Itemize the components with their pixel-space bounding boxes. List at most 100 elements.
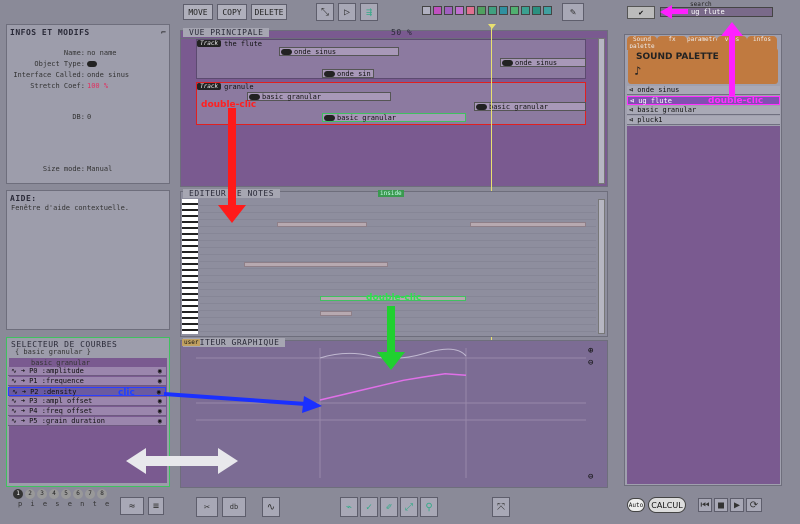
stretch-tool-icon[interactable]: ⤢ — [400, 497, 418, 517]
main-view-zoom: 50 % — [391, 28, 413, 37]
loop-icon[interactable]: ⟳ — [746, 498, 762, 512]
track-name: the flute — [224, 39, 262, 48]
note-block[interactable] — [244, 262, 388, 267]
graph-user-tag: user — [182, 339, 201, 346]
sound-block[interactable]: onde sinus — [279, 47, 399, 56]
white-double-arrow — [126, 448, 238, 474]
field-value[interactable]: 100 % — [87, 82, 108, 90]
annotation-double-clic-green: double-clic — [366, 293, 422, 303]
curve-param-row[interactable]: ∿ ➜ P5 :grain duration ◉ — [8, 417, 166, 426]
eye-icon[interactable]: ◉ — [158, 407, 162, 415]
note-block[interactable] — [320, 311, 352, 316]
palette-item[interactable]: ⊲ onde sinus — [627, 86, 780, 95]
check-tool-icon[interactable]: ✓ — [360, 497, 378, 517]
color-swatch[interactable] — [422, 6, 431, 15]
page-button[interactable]: 3 — [37, 489, 47, 499]
eye-icon[interactable]: ◉ — [158, 367, 162, 375]
color-swatch[interactable] — [521, 6, 530, 15]
curve-tool-icon[interactable]: ∿ — [262, 497, 280, 517]
main-view-scrollbar[interactable] — [598, 38, 605, 184]
zoom-in-icon[interactable]: ⊕ — [588, 346, 593, 356]
wave-icon: ∿ — [11, 417, 17, 425]
brush-tool-icon[interactable]: ✎ — [562, 3, 584, 21]
db-tool-icon[interactable]: db — [222, 497, 246, 517]
wave-icon: ∿ — [11, 397, 17, 405]
curve-param-row[interactable]: ∿ ➜ P2 :density ◉ — [8, 387, 166, 396]
color-swatch[interactable] — [444, 6, 453, 15]
zoom-reset-icon[interactable]: ⊖ — [588, 472, 593, 482]
copy-button[interactable]: COPY — [217, 4, 247, 20]
calcul-button[interactable]: CALCUL — [648, 497, 686, 513]
page-button[interactable]: 5 — [61, 489, 71, 499]
info-panel-title: INFOS ET MODIFS — [10, 28, 90, 37]
sound-block[interactable]: onde sinus — [500, 58, 586, 67]
color-swatch[interactable] — [466, 6, 475, 15]
notes-scrollbar[interactable] — [598, 199, 605, 334]
sound-block[interactable]: basic granular — [247, 92, 391, 101]
note-block[interactable] — [277, 222, 367, 227]
delete-button[interactable]: DELETE — [251, 4, 287, 20]
curve-param-row[interactable]: ∿ ➜ P3 :ampl offset ◉ — [8, 397, 166, 406]
field-value[interactable]: 0 — [87, 113, 91, 121]
play-icon[interactable]: ▶ — [730, 498, 744, 512]
magenta-left-arrow-head — [660, 5, 672, 19]
page-button[interactable]: 4 — [49, 489, 59, 499]
eye-icon[interactable]: ◉ — [158, 377, 162, 385]
anchor-tool-icon[interactable]: ⚲ — [420, 497, 438, 517]
page-button[interactable]: 7 — [85, 489, 95, 499]
pencil-tool-icon[interactable]: ✐ — [380, 497, 398, 517]
field-label: Size mode: — [42, 165, 85, 173]
fit-tool-icon[interactable]: ⤧ — [492, 497, 510, 517]
color-swatch[interactable] — [510, 6, 519, 15]
curve-group: basic granular — [31, 359, 91, 367]
loop-tool-icon[interactable]: ⇶ — [360, 3, 378, 21]
cut-tool-icon[interactable]: ✂ — [196, 497, 218, 517]
stack-view-icon[interactable]: ≡ — [148, 497, 164, 515]
curve-param-row[interactable]: ∿ ➜ P0 :amplitude ◉ — [8, 367, 166, 376]
zoom-out-icon[interactable]: ⊖ — [588, 358, 593, 368]
palette-item[interactable]: ⊲ basic granular — [627, 106, 780, 115]
color-swatch[interactable] — [532, 6, 541, 15]
color-swatch[interactable] — [433, 6, 442, 15]
palette-title: SOUND PALETTE — [636, 52, 719, 62]
page-button[interactable]: 1 — [13, 489, 23, 499]
playhead-marker-icon[interactable] — [488, 24, 496, 29]
color-swatch[interactable] — [455, 6, 464, 15]
curve-view-icon[interactable]: ≈ — [120, 497, 144, 515]
color-swatch[interactable] — [543, 6, 552, 15]
palette-item[interactable]: ⊲ pluck1 — [627, 116, 780, 125]
field-value[interactable]: no name — [87, 49, 117, 57]
note-block[interactable] — [470, 222, 586, 227]
palette-item-label: basic granular — [637, 106, 697, 114]
auto-button[interactable]: Auto — [627, 498, 645, 512]
wave-icon: ∿ — [11, 407, 17, 415]
curve-param-row[interactable]: ∿ ➜ P1 :frequence ◉ — [8, 377, 166, 386]
color-swatch[interactable] — [499, 6, 508, 15]
move-button[interactable]: MOVE — [183, 4, 213, 20]
piano-keyboard[interactable] — [182, 199, 198, 334]
object-type-toggle[interactable] — [87, 61, 97, 67]
stop-icon[interactable]: ■ — [714, 498, 728, 512]
wave-icon: ∿ — [11, 367, 17, 375]
eye-icon[interactable]: ◉ — [158, 417, 162, 425]
play-tool-icon[interactable]: ▷ — [338, 3, 356, 21]
color-swatch[interactable] — [488, 6, 497, 15]
page-button[interactable]: 6 — [73, 489, 83, 499]
line-tool-icon[interactable]: ⌁ — [340, 497, 358, 517]
cursor-tool-icon[interactable]: ⤡ — [316, 3, 334, 21]
rewind-icon[interactable]: ⏮ — [698, 498, 712, 512]
color-swatch[interactable] — [477, 6, 486, 15]
palette-item-label: onde sinus — [637, 86, 680, 94]
curve-param-label: P0 :amplitude — [29, 367, 84, 375]
curve-param-row[interactable]: ∿ ➜ P4 :freq offset ◉ — [8, 407, 166, 416]
page-button[interactable]: 8 — [97, 489, 107, 499]
eye-icon[interactable]: ◉ — [158, 397, 162, 405]
field-value[interactable]: Manual — [87, 165, 112, 173]
page-button[interactable]: 2 — [25, 489, 35, 499]
eye-icon[interactable]: ◉ — [157, 388, 161, 396]
sound-block[interactable]: onde sin — [322, 69, 374, 78]
sound-block[interactable]: basic granular — [322, 113, 466, 122]
search-button-icon[interactable]: ✔ — [627, 6, 655, 19]
pin-icon[interactable]: ⌐ — [161, 28, 166, 37]
field-value[interactable]: onde sinus — [87, 71, 129, 79]
